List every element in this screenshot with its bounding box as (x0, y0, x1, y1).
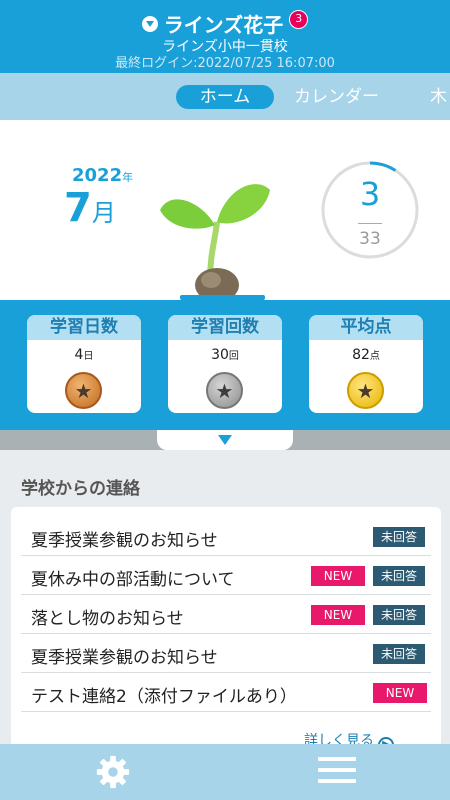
notice-item[interactable]: 落とし物のお知らせ NEW 未回答 (21, 595, 431, 634)
gear-icon[interactable] (94, 753, 132, 791)
menu-bar (318, 757, 356, 761)
new-tag: NEW (373, 683, 427, 703)
gold-medal-icon (347, 372, 384, 409)
progress-current: 3 (359, 175, 381, 213)
stat-value: 82 (352, 347, 370, 363)
year-display: 2022年 (72, 165, 133, 186)
stat-unit: 日 (83, 351, 94, 362)
month-value: 7 (64, 185, 92, 231)
stat-value: 30 (211, 347, 229, 363)
unanswered-tag: 未回答 (373, 527, 425, 547)
app-header: ラインズ花子 3 ラインズ小中一貫校 最終ログイン:2022/07/25 16:… (0, 0, 450, 73)
month-display: 7月 (64, 185, 116, 231)
year-unit: 年 (122, 171, 134, 184)
new-tag: NEW (311, 566, 365, 586)
stat-unit: 回 (228, 351, 239, 362)
stat-card-study-days[interactable]: 学習日数 4日 (27, 315, 141, 413)
notice-section-title: 学校からの連絡 (21, 479, 140, 499)
user-name[interactable]: ラインズ花子 (164, 9, 284, 38)
progress-total: 33 (359, 229, 381, 249)
divider-band (0, 430, 450, 450)
menu-bar (318, 779, 356, 783)
tab-home[interactable]: ホーム (176, 85, 274, 109)
notice-list: 夏季授業参観のお知らせ 未回答 夏休み中の部活動について NEW 未回答 落とし… (11, 507, 441, 747)
silver-medal-icon (206, 372, 243, 409)
hamburger-menu-icon[interactable] (318, 757, 356, 787)
stat-card-average-score[interactable]: 平均点 82点 (309, 315, 423, 413)
unanswered-tag: 未回答 (373, 605, 425, 625)
expand-toggle-button[interactable] (157, 430, 293, 450)
stats-section: 学習日数 4日 学習回数 30回 平均点 82点 (0, 300, 450, 430)
tab-bar: ホーム カレンダー 木 (0, 73, 450, 120)
unanswered-tag: 未回答 (373, 566, 425, 586)
stat-label: 学習日数 (27, 315, 141, 340)
tab-calendar[interactable]: カレンダー (294, 85, 379, 109)
progress-divider (358, 223, 382, 224)
stat-unit: 点 (369, 351, 380, 362)
sprout-illustration (160, 184, 270, 300)
dropdown-icon[interactable] (141, 15, 158, 32)
tab-partial[interactable]: 木 (430, 85, 447, 109)
menu-bar (318, 768, 356, 772)
notice-text[interactable]: テスト連絡2（添付ファイルあり） (31, 682, 297, 707)
stat-label: 平均点 (309, 315, 423, 340)
notice-text[interactable]: 夏季授業参観のお知らせ (31, 526, 218, 551)
new-tag: NEW (311, 605, 365, 625)
bottom-bar (0, 744, 450, 800)
month-unit: 月 (91, 199, 116, 227)
stat-value-row: 4日 (27, 347, 141, 363)
stat-value-row: 82点 (309, 347, 423, 363)
last-login-text: 最終ログイン:2022/07/25 16:07:00 (115, 56, 335, 71)
year-value: 2022 (72, 165, 123, 186)
hero-panel: 2022年 7月 3 33 (0, 120, 450, 300)
notice-item[interactable]: 夏休み中の部活動について NEW 未回答 (21, 556, 431, 595)
notice-text[interactable]: 夏休み中の部活動について (31, 565, 235, 590)
notice-item[interactable]: 夏季授業参観のお知らせ 未回答 (21, 517, 431, 556)
notice-text[interactable]: 落とし物のお知らせ (31, 604, 184, 629)
user-switcher[interactable]: ラインズ花子 3 (0, 9, 450, 38)
notice-item[interactable]: 夏季授業参観のお知らせ 未回答 (21, 634, 431, 673)
stat-card-study-count[interactable]: 学習回数 30回 (168, 315, 282, 413)
stat-label: 学習回数 (168, 315, 282, 340)
notice-text[interactable]: 夏季授業参観のお知らせ (31, 643, 218, 668)
notification-badge[interactable]: 3 (289, 10, 309, 29)
bronze-medal-icon (65, 372, 102, 409)
unanswered-tag: 未回答 (373, 644, 425, 664)
stat-value-row: 30回 (168, 347, 282, 363)
notice-item[interactable]: テスト連絡2（添付ファイルあり） NEW (21, 673, 431, 712)
